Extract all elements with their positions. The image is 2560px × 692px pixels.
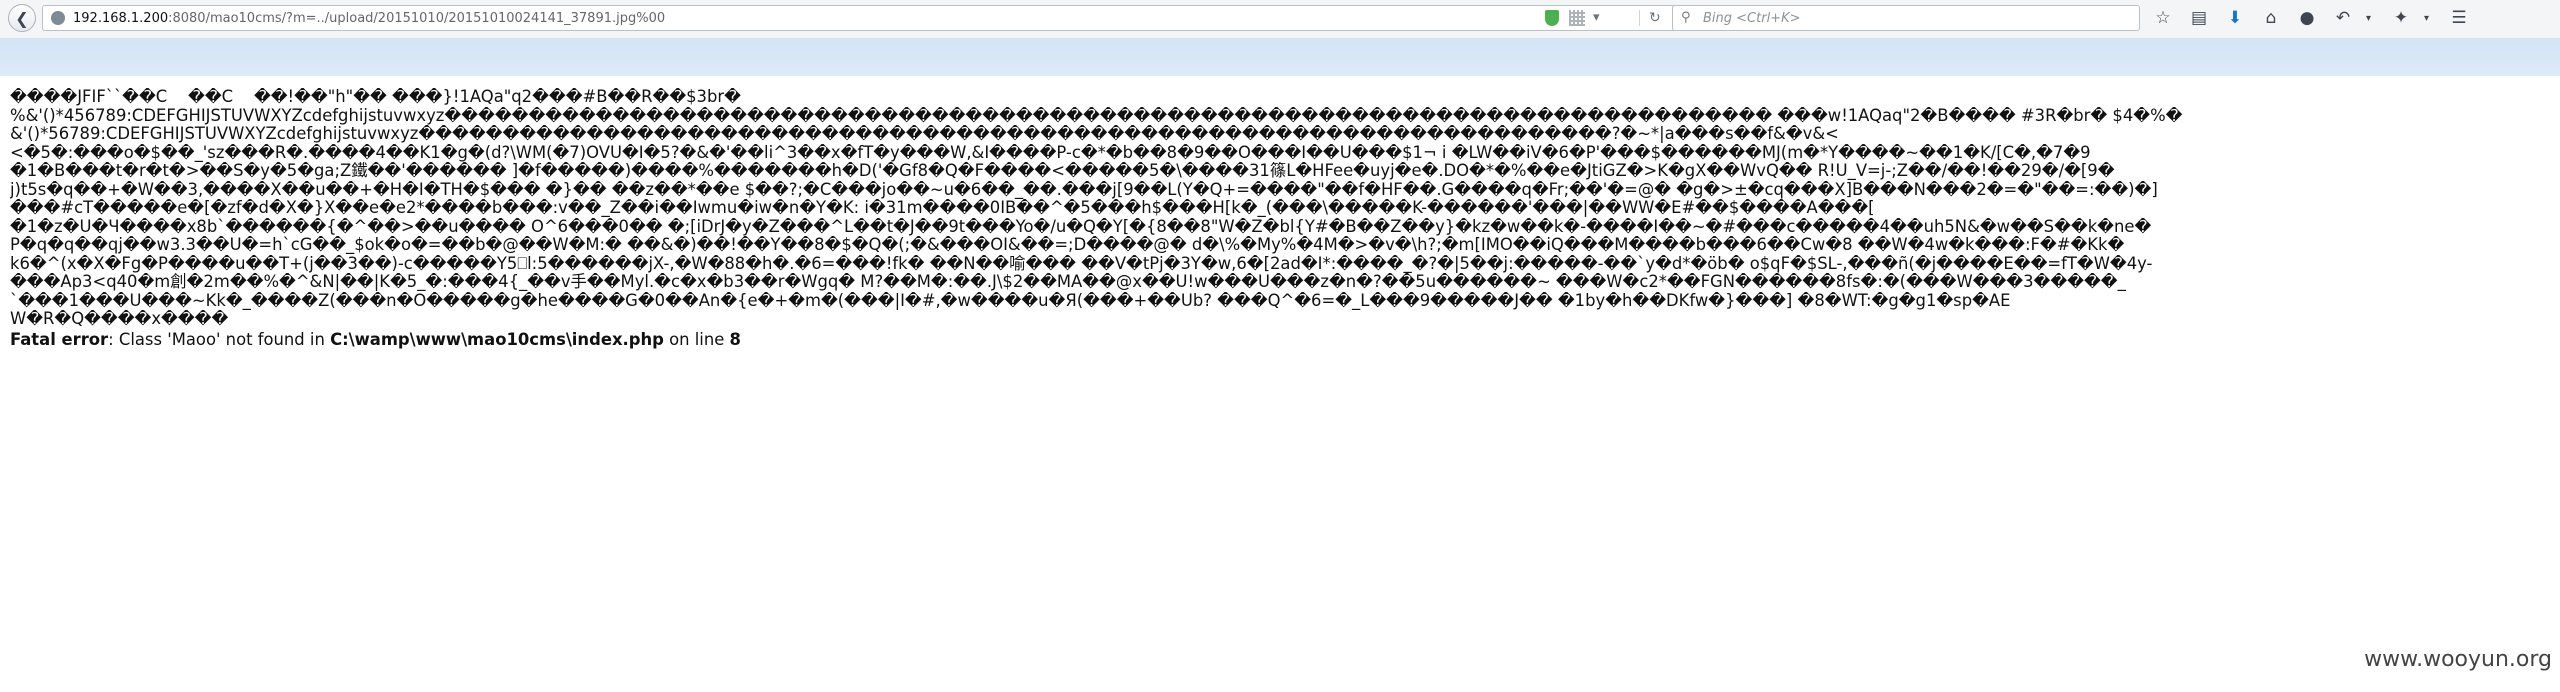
error-label: Fatal error (10, 329, 109, 349)
garbled-line: &'()*56789:CDEFGHIJSTUVWXYZcdefghijstuvw… (10, 125, 1839, 143)
bookmarks-icon[interactable]: ▤ (2186, 6, 2212, 30)
search-icon: ⚲ (1681, 10, 1691, 25)
garbled-line: ���Ap3<q40�m創�2m��%�^&N|��|K�5_�:���4{_�… (10, 273, 2126, 291)
garbled-line: j)t5s�q��+�W��3,����X��u��+�H�I�TH�$��� … (10, 180, 2158, 199)
shield-icon[interactable] (1545, 10, 1559, 26)
toolbar-icons: ☆ ▤ ⬇ ⌂ ● ↶ ▾ ✦ ▾ ☰ (2150, 6, 2472, 30)
back-icon: ❮ (15, 8, 29, 28)
bookmark-star-icon[interactable]: ☆ (2150, 6, 2176, 30)
garbled-line: P�q�q��qj��w3.3��U�=h`cG��_$ok�o�=��b�@�… (10, 236, 2125, 254)
extension-icon[interactable]: ✦ (2388, 6, 2414, 30)
garbled-line: k6�^(x�X�Fg�P����u��T+(j��3��)-c�����Y5⎕… (10, 254, 2153, 273)
error-line-prefix: on line (663, 329, 730, 349)
garbled-line: ���#cT�����e�[�zf�d�X�}X��e�e2*����b���:… (10, 199, 1875, 217)
download-icon[interactable]: ⬇ (2222, 6, 2248, 30)
reload-icon[interactable]: ↻ (1649, 10, 1661, 26)
undo-dropdown-icon[interactable]: ▾ (2366, 13, 2378, 24)
page-content: ����JFIF``��C ��C ��!��"h"�� ���}!1AQa"q… (10, 88, 2555, 349)
extension-dropdown-icon[interactable]: ▾ (2424, 13, 2436, 24)
chat-icon[interactable]: ● (2294, 6, 2320, 30)
menu-icon[interactable]: ☰ (2446, 6, 2472, 30)
garbled-line: %&'()*456789:CDEFGHIJSTUVWXYZcdefghijstu… (10, 106, 2183, 125)
watermark: www.wooyun.org (2364, 647, 2552, 672)
bookmarks-toolbar (0, 38, 2560, 76)
url-text[interactable]: 192.168.1.200:8080/mao10cms/?m=../upload… (73, 11, 665, 26)
php-error-message: Fatal error: Class 'Maoo' not found in C… (10, 329, 2555, 350)
address-bar[interactable]: 192.168.1.200:8080/mao10cms/?m=../upload… (42, 5, 1690, 31)
search-placeholder: Bing <Ctrl+K> (1703, 11, 1801, 26)
home-icon[interactable]: ⌂ (2258, 6, 2284, 30)
back-button[interactable]: ❮ (8, 4, 36, 32)
browser-toolbar: ❮ 192.168.1.200:8080/mao10cms/?m=../uplo… (0, 0, 2560, 39)
grid-icon[interactable] (1569, 10, 1585, 26)
url-path: :8080/mao10cms/?m=../upload/20151010/201… (168, 11, 666, 26)
error-text: : Class 'Maoo' not found in (108, 329, 331, 349)
garbled-line: `���1���U���~Kk�_����Z(���n�O�����g�he��… (10, 291, 2011, 310)
undo-icon[interactable]: ↶ (2330, 6, 2356, 30)
error-line: 8 (729, 329, 741, 349)
garbled-line: <�5�:���o�$��_'sz���R�.����4��K1�g�(d?\W… (10, 143, 2091, 162)
garbled-line: W�R�Q����x���� (10, 310, 229, 328)
garbled-line: ����JFIF``��C ��C ��!��"h"�� ���}!1AQa"q… (10, 88, 741, 106)
search-bar[interactable]: ⚲ Bing <Ctrl+K> (1672, 5, 2140, 31)
garbled-line: �1�z�U�Ч����x8b`������{�^��>��u���� O^6�… (10, 217, 2152, 236)
globe-icon (51, 11, 65, 25)
dropdown-icon[interactable]: ▾ (1593, 10, 1600, 26)
garbled-line: �1�B���t�r�t�>��S�y�5�ga;Z鐵��'������ ]�f… (10, 162, 2115, 180)
divider (1639, 10, 1640, 26)
url-host: 192.168.1.200 (73, 11, 169, 26)
error-file: C:\wamp\www\mao10cms\index.php (330, 329, 664, 349)
